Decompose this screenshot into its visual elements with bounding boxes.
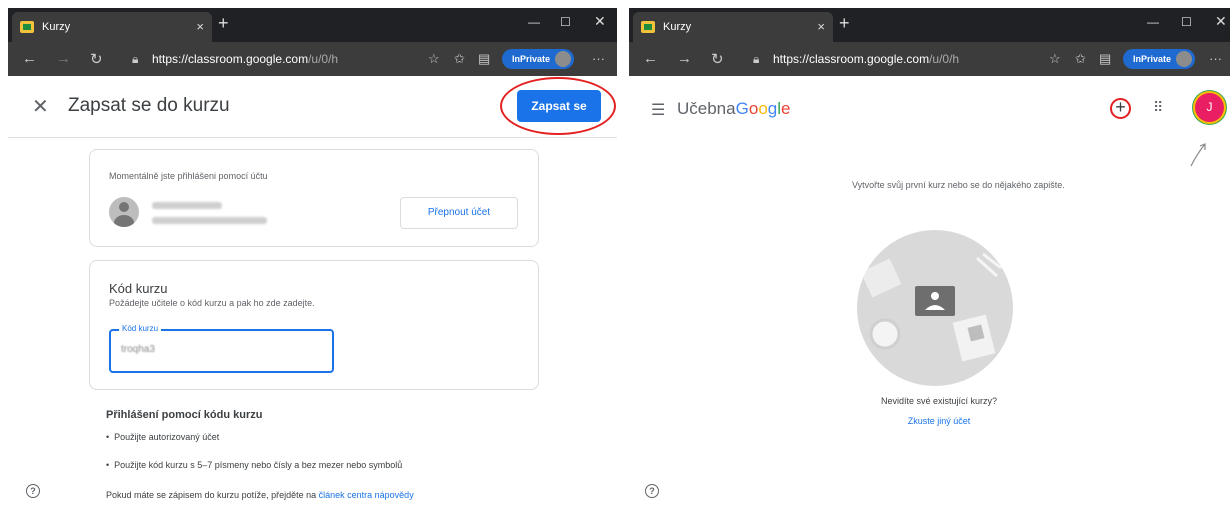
refresh-icon[interactable]: ↻ bbox=[90, 50, 103, 68]
maximize-icon[interactable]: ☐ bbox=[560, 15, 571, 29]
class-code-field-label: Kód kurzu bbox=[119, 324, 162, 333]
class-code-title: Kód kurzu bbox=[109, 281, 168, 296]
url-host: https://classroom.google.com bbox=[773, 52, 930, 66]
classroom-favicon-icon bbox=[641, 21, 655, 33]
signed-in-label: Momentálně jste přihlášeni pomocí účtu bbox=[109, 171, 268, 181]
rule-item: • Použijte autorizovaný účet bbox=[106, 432, 220, 442]
menu-icon[interactable]: ☰ bbox=[651, 100, 665, 120]
close-icon[interactable]: ✕ bbox=[32, 94, 49, 119]
window-close-icon[interactable]: ✕ bbox=[594, 13, 606, 30]
lock-icon: 🔒︎ bbox=[132, 52, 139, 66]
class-code-input[interactable]: Kód kurzu troqha3 bbox=[109, 324, 334, 373]
plus-icon[interactable]: + bbox=[1110, 98, 1131, 119]
join-class-page: ✕ Zapsat se do kurzu Zapsat se Momentáln… bbox=[8, 76, 617, 507]
account-card: Momentálně jste přihlášeni pomocí účtu P… bbox=[89, 149, 539, 247]
url-field[interactable]: https://classroom.google.com/u/0/h bbox=[152, 52, 338, 66]
illustration-graphic bbox=[860, 252, 1002, 362]
tab-kurzy[interactable]: Kurzy × bbox=[12, 12, 212, 42]
more-icon[interactable]: ··· bbox=[1209, 51, 1222, 66]
url-path: /u/0/h bbox=[929, 52, 960, 66]
help-sentence: Pokud máte se zápisem do kurzu potíže, p… bbox=[106, 490, 319, 500]
address-bar: ← → ↻ 🔒︎ https://classroom.google.com/u/… bbox=[629, 42, 1230, 76]
page-title: Zapsat se do kurzu bbox=[68, 95, 230, 116]
annotation-circle bbox=[500, 77, 616, 135]
classroom-logo[interactable]: UčebnaGoogle bbox=[677, 99, 791, 119]
back-icon[interactable]: ← bbox=[22, 50, 37, 67]
tab-title: Kurzy bbox=[42, 21, 71, 33]
title-bar: Kurzy × + — ☐ ✕ bbox=[629, 8, 1230, 42]
help-icon[interactable]: ? bbox=[26, 484, 40, 498]
address-bar: ← → ↻ 🔒︎ https://classroom.google.com/u/… bbox=[8, 42, 617, 76]
browser-window-left: Kurzy × + — ☐ ✕ ← → ↻ 🔒︎ https://classro… bbox=[8, 8, 617, 507]
classroom-home: ☰ UčebnaGoogle + ⠿ J Vytvořte svůj první… bbox=[629, 76, 1230, 507]
maximize-icon[interactable]: ☐ bbox=[1181, 15, 1192, 29]
browser-window-right: Kurzy × + — ☐ ✕ ← → ↻ 🔒︎ https://classro… bbox=[629, 8, 1230, 507]
refresh-icon[interactable]: ↻ bbox=[711, 50, 724, 68]
tab-close-icon[interactable]: × bbox=[196, 19, 204, 34]
redacted-email bbox=[152, 217, 267, 224]
class-code-description: Požádejte učitele o kód kurzu a pak ho z… bbox=[109, 298, 315, 308]
lock-icon: 🔒︎ bbox=[753, 52, 760, 66]
brand-prefix: Učebna bbox=[677, 99, 736, 118]
rules-title: Přihlášení pomocí kódu kurzu bbox=[106, 409, 263, 421]
hint-arrow bbox=[1190, 143, 1206, 167]
class-code-card: Kód kurzu Požádejte učitele o kód kurzu … bbox=[89, 260, 539, 390]
inprivate-label: InPrivate bbox=[512, 54, 551, 64]
new-tab-icon[interactable]: + bbox=[218, 13, 229, 34]
rule-item-text: Použijte autorizovaný účet bbox=[114, 432, 220, 442]
url-path: /u/0/h bbox=[308, 52, 339, 66]
apps-icon[interactable]: ⠿ bbox=[1153, 99, 1163, 116]
back-icon[interactable]: ← bbox=[643, 50, 658, 67]
more-icon[interactable]: ··· bbox=[592, 51, 605, 66]
new-tab-icon[interactable]: + bbox=[839, 13, 850, 34]
profile-avatar bbox=[555, 51, 571, 67]
avatar[interactable]: J bbox=[1195, 93, 1224, 122]
window-close-icon[interactable]: ✕ bbox=[1215, 13, 1227, 30]
switch-account-button[interactable]: Přepnout účet bbox=[400, 197, 518, 229]
help-icon[interactable]: ? bbox=[645, 484, 659, 498]
rule-item-text: Použijte kód kurzu s 5–7 písmeny nebo čí… bbox=[114, 460, 403, 470]
url-field[interactable]: https://classroom.google.com/u/0/h bbox=[773, 52, 959, 66]
classroom-favicon-icon bbox=[20, 21, 34, 33]
inprivate-badge[interactable]: InPrivate bbox=[502, 49, 574, 69]
inprivate-badge[interactable]: InPrivate bbox=[1123, 49, 1195, 69]
help-text: Pokud máte se zápisem do kurzu potíže, p… bbox=[106, 490, 414, 500]
title-bar: Kurzy × + — ☐ ✕ bbox=[8, 8, 617, 42]
favorites-icon[interactable]: ✩ bbox=[454, 51, 465, 67]
reading-icon[interactable]: ☆ bbox=[428, 51, 440, 67]
collections-icon[interactable]: ▤ bbox=[478, 51, 490, 67]
inprivate-label: InPrivate bbox=[1133, 54, 1172, 64]
reading-icon[interactable]: ☆ bbox=[1049, 51, 1061, 67]
minimize-icon[interactable]: — bbox=[1147, 15, 1159, 29]
help-center-link[interactable]: článek centra nápovědy bbox=[319, 490, 414, 500]
profile-avatar bbox=[1176, 51, 1192, 67]
redacted-name bbox=[152, 202, 222, 209]
class-code-value: troqha3 bbox=[121, 344, 155, 355]
empty-state-illustration bbox=[857, 230, 1013, 386]
collections-icon[interactable]: ▤ bbox=[1099, 51, 1111, 67]
url-host: https://classroom.google.com bbox=[152, 52, 309, 66]
minimize-icon[interactable]: — bbox=[528, 15, 540, 29]
create-or-join-hint: Vytvořte svůj první kurz nebo se do něja… bbox=[852, 180, 1065, 190]
app-bar: ✕ Zapsat se do kurzu Zapsat se bbox=[8, 76, 617, 138]
tab-kurzy[interactable]: Kurzy × bbox=[633, 12, 833, 42]
tab-close-icon[interactable]: × bbox=[817, 19, 825, 34]
forward-icon[interactable]: → bbox=[677, 50, 692, 67]
forward-icon[interactable]: → bbox=[56, 50, 71, 67]
favorites-icon[interactable]: ✩ bbox=[1075, 51, 1086, 67]
rule-item: • Použijte kód kurzu s 5–7 písmeny nebo … bbox=[106, 460, 403, 470]
account-avatar bbox=[109, 197, 139, 227]
tab-title: Kurzy bbox=[663, 21, 692, 33]
try-another-account-link[interactable]: Zkuste jiný účet bbox=[849, 416, 1029, 426]
empty-state-title: Nevidíte své existující kurzy? bbox=[880, 396, 998, 406]
